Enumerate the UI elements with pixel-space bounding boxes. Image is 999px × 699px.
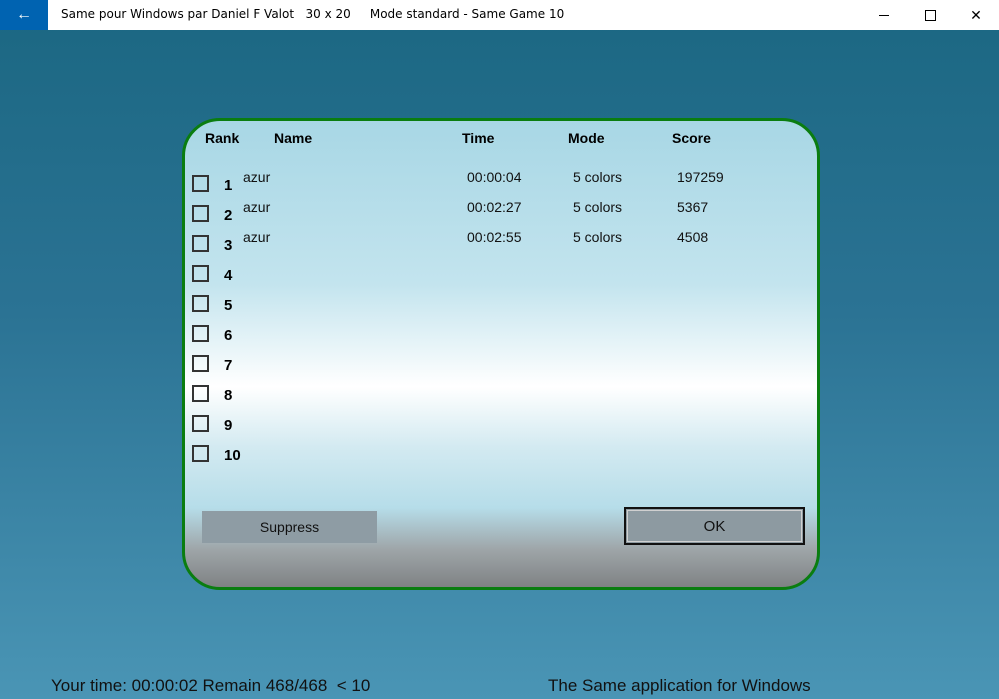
back-arrow-icon: ←: [16, 6, 32, 23]
header-time: Time: [462, 130, 495, 146]
rank-number: 9: [224, 417, 233, 434]
row-checkbox[interactable]: [192, 295, 209, 312]
table-row: 3 azur 00:02:55 5 colors 4508: [192, 229, 792, 255]
row-checkbox[interactable]: [192, 205, 209, 222]
table-row: 9: [192, 413, 792, 435]
game-mode: 5 colors: [573, 169, 623, 185]
row-checkbox[interactable]: [192, 265, 209, 282]
rank-number: 1: [224, 177, 233, 194]
rank-number: 4: [224, 267, 233, 284]
rank-number: 5: [224, 297, 233, 314]
window-title: Same pour Windows par Daniel F Valot 30 …: [61, 7, 565, 21]
maximize-icon: [924, 9, 936, 21]
rank-number: 10: [224, 447, 241, 464]
table-row: 1 azur 00:00:04 5 colors 197259: [192, 169, 792, 195]
minimize-icon: [879, 14, 889, 16]
play-time: 00:02:55: [467, 229, 522, 245]
header-name: Name: [274, 130, 313, 146]
header-rank: Rank: [205, 130, 240, 146]
minimize-button[interactable]: [861, 0, 907, 30]
row-checkbox[interactable]: [192, 445, 209, 462]
player-name: azur: [243, 199, 271, 215]
high-scores-dialog: Rank Name Time Mode Score 1 azur 00:00:04 5…: [182, 118, 820, 590]
table-row: 8: [192, 383, 792, 405]
score-value: 197259: [677, 169, 724, 185]
table-row: 6: [192, 323, 792, 345]
table-row: 7: [192, 353, 792, 375]
row-checkbox[interactable]: [192, 175, 209, 192]
close-icon: ✕: [970, 6, 982, 23]
row-checkbox[interactable]: [192, 325, 209, 342]
maximize-button[interactable]: [907, 0, 953, 30]
table-row: 2 azur 00:02:27 5 colors 5367: [192, 199, 792, 225]
player-name: azur: [243, 229, 271, 245]
header-mode: Mode: [568, 130, 605, 146]
suppress-button[interactable]: Suppress: [202, 511, 377, 543]
rank-number: 2: [224, 207, 233, 224]
back-button[interactable]: ←: [0, 0, 48, 30]
rank-number: 7: [224, 357, 233, 374]
status-app-name: The Same application for Windows: [548, 676, 811, 695]
player-name: azur: [243, 169, 271, 185]
row-checkbox[interactable]: [192, 415, 209, 432]
table-row: 5: [192, 293, 792, 315]
header-score: Score: [672, 130, 711, 146]
play-time: 00:00:04: [467, 169, 522, 185]
status-time-remain: Your time: 00:00:02 Remain 468/468 < 10: [51, 676, 371, 695]
game-mode: 5 colors: [573, 229, 623, 245]
score-value: 5367: [677, 199, 709, 215]
rank-number: 8: [224, 387, 233, 404]
rank-number: 6: [224, 327, 233, 344]
row-checkbox[interactable]: [192, 385, 209, 402]
table-row: 10: [192, 443, 792, 465]
rank-number: 3: [224, 237, 233, 254]
ok-button[interactable]: OK: [624, 507, 805, 545]
score-value: 4508: [677, 229, 709, 245]
game-mode: 5 colors: [573, 199, 623, 215]
title-bar: ← Same pour Windows par Daniel F Valot 3…: [0, 0, 999, 30]
row-checkbox[interactable]: [192, 355, 209, 372]
play-time: 00:02:27: [467, 199, 522, 215]
close-button[interactable]: ✕: [953, 0, 999, 30]
table-row: 4: [192, 263, 792, 285]
row-checkbox[interactable]: [192, 235, 209, 252]
